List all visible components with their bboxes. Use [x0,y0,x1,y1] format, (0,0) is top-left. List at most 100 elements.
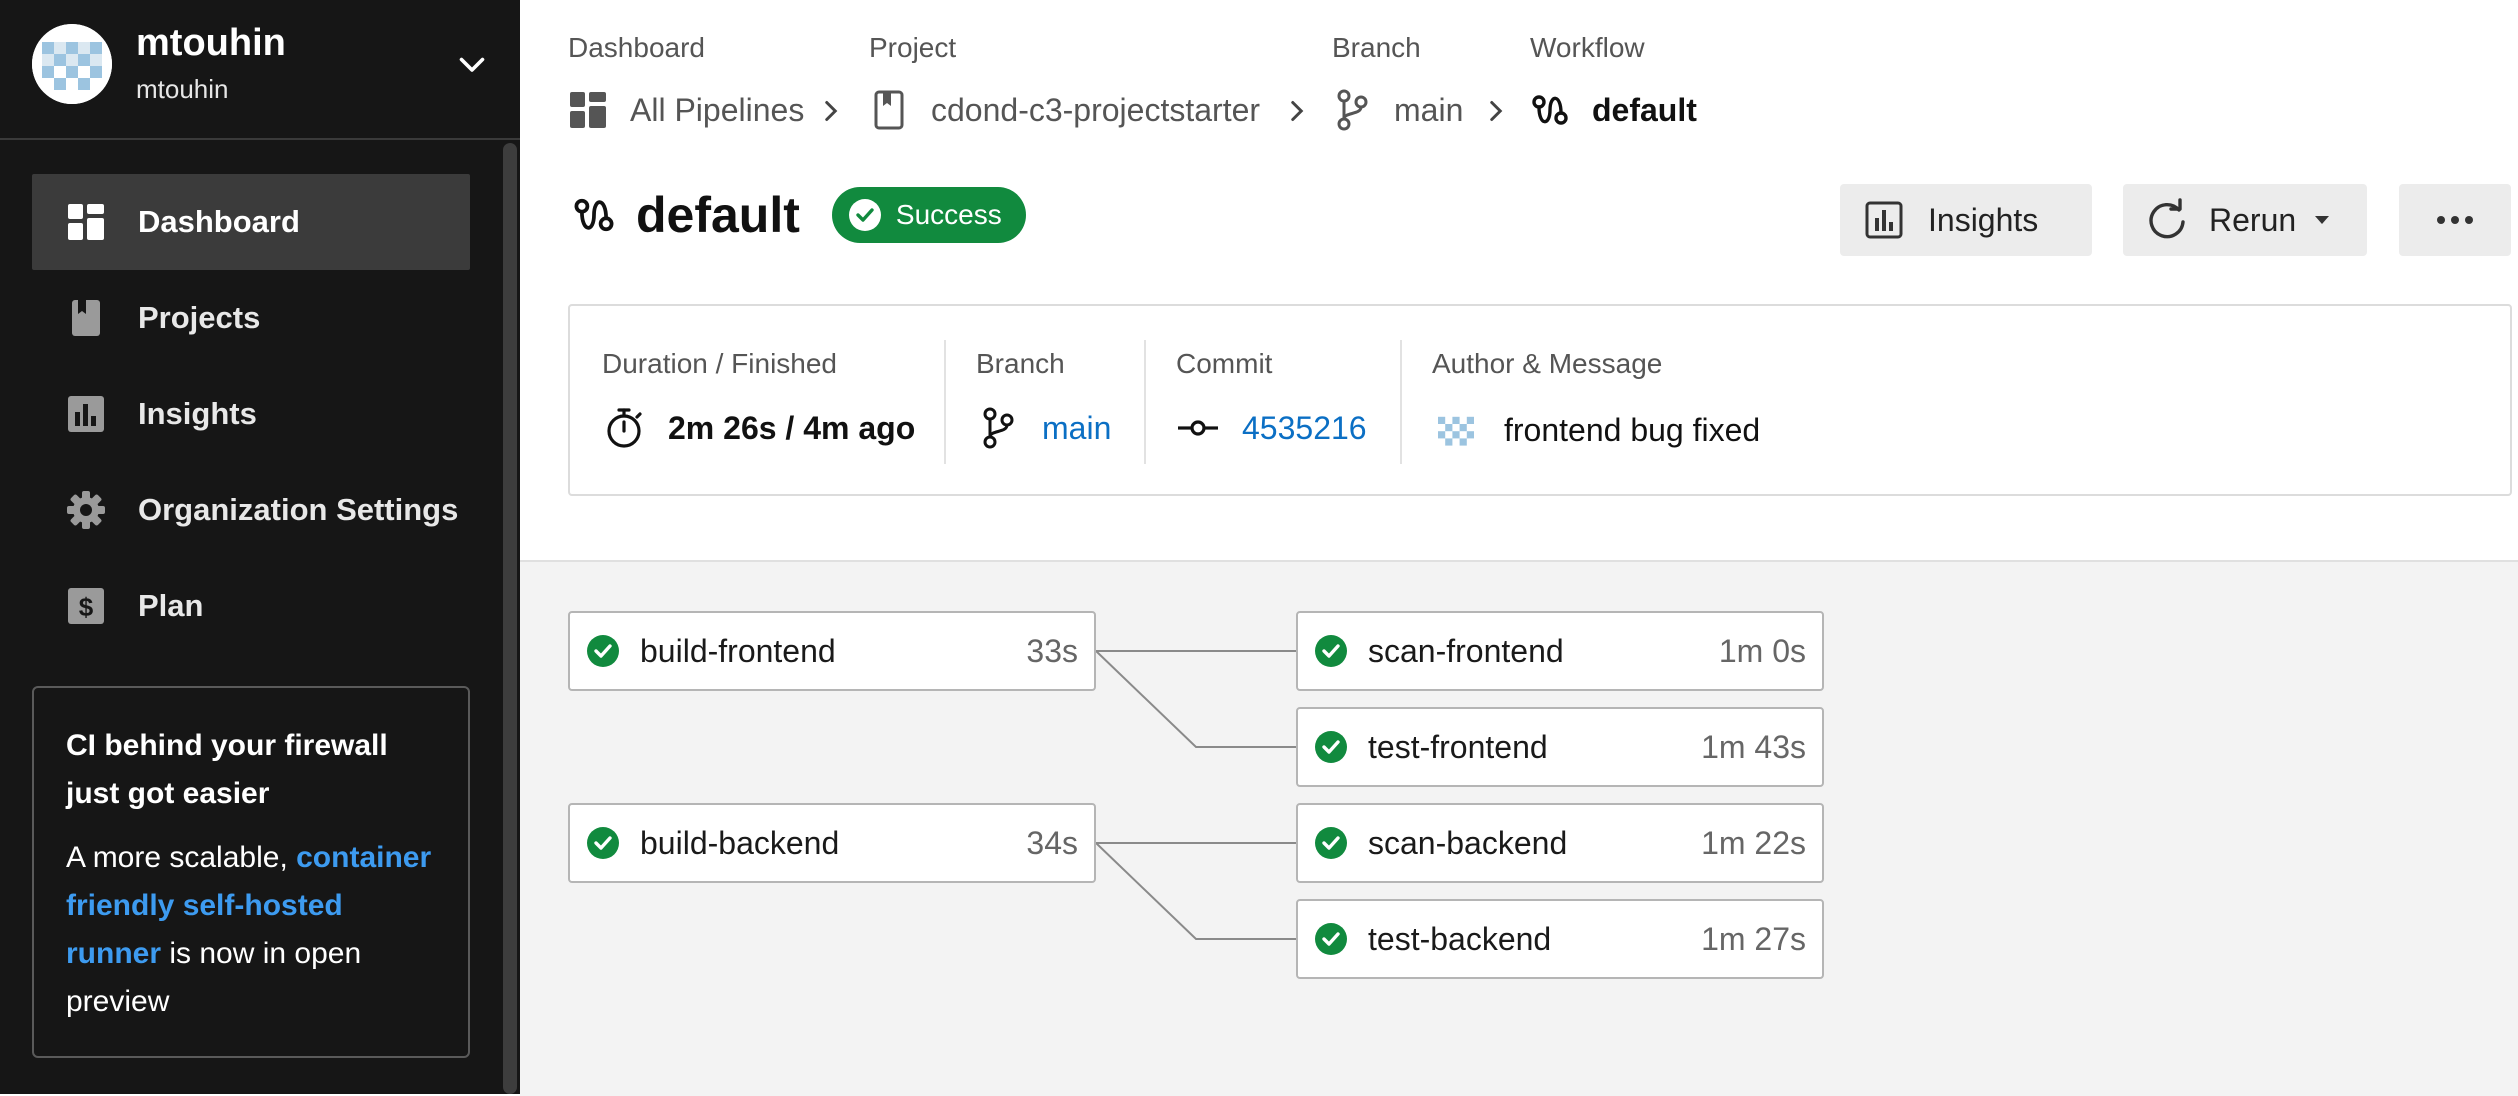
check-circle-icon [1315,635,1347,667]
breadcrumb-project-label: Project [869,32,957,63]
dollar-icon: $ [66,586,106,626]
sidebar-nav: Dashboard Projects Insights Organization… [32,174,470,654]
branch-label: Branch [976,348,1065,379]
job-card[interactable]: scan-frontend 1m 0s [1296,611,1824,691]
job-duration: 1m 43s [1701,728,1806,765]
sidebar-item-label: Plan [138,588,204,623]
sidebar-scrollbar[interactable] [503,143,517,1094]
sidebar-item-projects[interactable]: Projects [32,270,470,366]
duration-value-row: 2m 26s / 4m ago [602,406,915,450]
sidebar: mtouhin mtouhin Dashboard Projects Insig… [0,0,520,1094]
job-duration: 1m 22s [1701,824,1806,861]
promo-title: CI behind your firewall just got easier [66,729,388,810]
bar-chart-icon [66,394,106,434]
git-branch-icon [976,406,1020,450]
status-badge: Success [831,187,1026,243]
org-avatar [32,24,112,104]
breadcrumb-branch-label: Branch [1332,32,1421,63]
branch-link[interactable]: main [1042,410,1111,447]
dashboard-icon [66,202,106,242]
bookmark-icon [66,298,106,338]
sidebar-item-label: Projects [138,300,261,335]
breadcrumb-project-link[interactable]: cdond-c3-projectstarter [869,88,1260,132]
check-circle-icon [848,199,881,231]
commit-value-row: 4535216 [1176,406,1367,450]
job-card[interactable]: build-backend 34s [568,803,1096,883]
check-circle-icon [1315,923,1347,955]
chevron-right-icon [825,101,838,121]
breadcrumb-workflow-value: default [1592,91,1697,128]
chevron-right-icon [1291,101,1304,121]
main-content: Dashboard All Pipelines Project cdond-c3… [520,0,2518,1096]
svg-text:$: $ [79,592,94,622]
workflow-icon [574,198,614,232]
workflow-details-card: Duration / Finished 2m 26s / 4m ago Bran… [568,304,2512,496]
breadcrumb-branch-link[interactable]: main [1332,88,1463,132]
commit-message: frontend bug fixed [1504,411,1761,448]
avatar [1432,406,1480,454]
check-circle-icon [1315,827,1347,859]
job-name: test-backend [1368,920,1552,957]
breadcrumb-project-value: cdond-c3-projectstarter [931,91,1261,128]
breadcrumb-workflow-label: Workflow [1530,32,1645,63]
breadcrumb-dashboard-value: All Pipelines [630,91,805,128]
workflow-header: default Success [572,186,1026,244]
job-card[interactable]: scan-backend 1m 22s [1296,803,1824,883]
sidebar-item-label: Dashboard [138,204,300,239]
sidebar-item-organization-settings[interactable]: Organization Settings [32,462,470,558]
caret-down-icon [2315,216,2330,224]
job-card[interactable]: build-frontend 33s [568,611,1096,691]
promo-text-before: A more scalable, [66,841,297,874]
rerun-button[interactable]: Rerun [2123,184,2367,256]
job-duration: 34s [1026,824,1078,861]
check-circle-icon [587,635,619,667]
duration-value: 2m 26s / 4m ago [668,409,916,446]
commit-label: Commit [1176,348,1273,379]
job-duration: 1m 0s [1718,632,1806,669]
job-card[interactable]: test-backend 1m 27s [1296,899,1824,979]
workflow-icon [1530,88,1570,132]
sidebar-item-plan[interactable]: $ Plan [32,558,470,654]
divider [944,340,946,464]
job-card[interactable]: test-frontend 1m 43s [1296,707,1824,787]
job-name: scan-backend [1368,824,1568,861]
duration-label: Duration / Finished [602,348,838,379]
bar-chart-icon [1865,201,1903,239]
check-circle-icon [1315,731,1347,763]
org-username: mtouhin [136,74,229,104]
refresh-icon [2149,198,2185,239]
sidebar-item-insights[interactable]: Insights [32,366,470,462]
sidebar-item-dashboard[interactable]: Dashboard [32,174,470,270]
job-name: build-backend [640,824,840,861]
bookmark-icon [869,88,909,132]
breadcrumb-dashboard-link[interactable]: All Pipelines [568,88,804,132]
git-commit-icon [1176,406,1220,450]
promo-card: CI behind your firewall just got easier … [32,686,470,1058]
chevron-down-icon[interactable] [454,46,490,82]
job-duration: 33s [1026,632,1078,669]
check-circle-icon [587,827,619,859]
breadcrumb-branch-value: main [1394,91,1464,128]
status-badge-label: Success [895,199,1002,230]
job-name: build-frontend [640,632,836,669]
divider [1400,340,1402,464]
workflow-graph: build-frontend 33s scan-frontend 1m 0s t… [520,560,2518,1096]
breadcrumb-dashboard-label: Dashboard [568,32,705,63]
insights-button-label: Insights [1928,201,2039,238]
stopwatch-icon [602,406,646,450]
more-options-button[interactable] [2399,184,2511,256]
page-title: default [636,187,800,243]
insights-button[interactable]: Insights [1840,184,2092,256]
author-value-row: frontend bug fixed [1432,406,1760,454]
git-branch-icon [1332,88,1372,132]
rerun-button-label: Rerun [2209,201,2297,238]
job-duration: 1m 27s [1701,920,1806,957]
branch-value-row: main [976,406,1111,450]
author-label: Author & Message [1432,348,1663,379]
chevron-right-icon [1490,101,1503,121]
org-switcher[interactable]: mtouhin mtouhin [0,0,520,140]
job-name: test-frontend [1368,728,1548,765]
sidebar-item-label: Organization Settings [138,492,459,527]
job-name: scan-frontend [1368,632,1564,669]
commit-link[interactable]: 4535216 [1242,410,1367,447]
